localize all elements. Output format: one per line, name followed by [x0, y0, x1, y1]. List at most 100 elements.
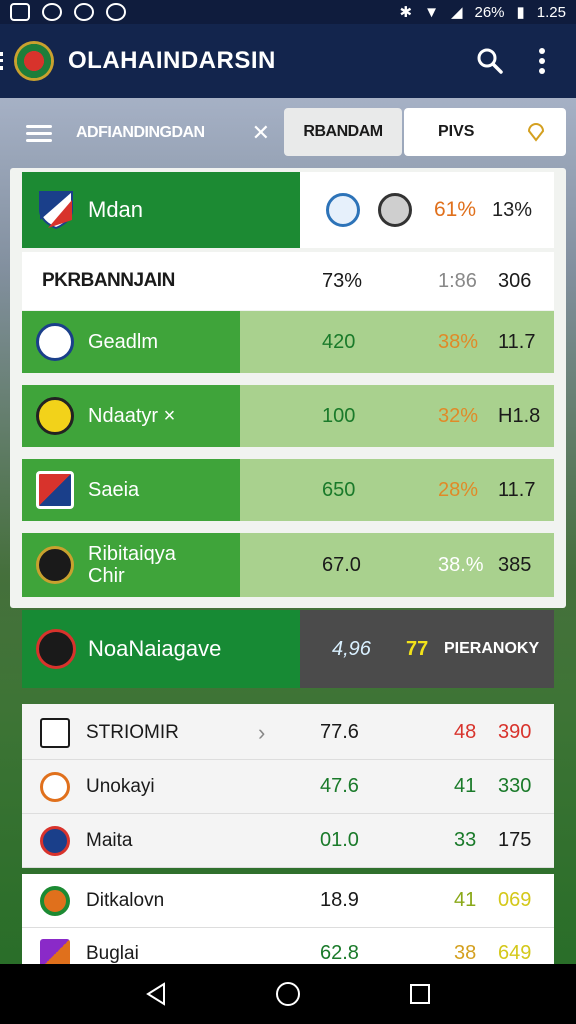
- table-row[interactable]: Saeia 650 28% 11.7: [22, 459, 554, 521]
- stat-value: 100: [322, 404, 356, 427]
- stat-value: 47.6: [320, 775, 359, 797]
- team-crest-icon: [40, 939, 70, 964]
- stat-percent: 38.%: [438, 553, 484, 576]
- filter-tab-pivs[interactable]: PIVS: [404, 108, 566, 156]
- subheader-value-2: 1:86: [438, 269, 477, 292]
- featured-team-name: NoaNaiagave: [88, 636, 222, 661]
- stat-value: 11.7: [498, 330, 536, 353]
- team-name: Ribitaiqya Chir: [88, 543, 176, 587]
- hero-row[interactable]: Mdan 61% 13%: [22, 172, 554, 248]
- stat-value: 41: [454, 775, 477, 797]
- system-nav-bar: [0, 964, 576, 1024]
- back-icon[interactable]: [0, 52, 6, 70]
- chevron-right-icon[interactable]: ›: [258, 720, 265, 746]
- list-item-name: Ditkalovn: [86, 889, 165, 911]
- stat-value: H1.8: [498, 404, 541, 427]
- list-item-name: Unokayi: [86, 775, 155, 797]
- stat-value: 650: [322, 478, 356, 501]
- featured-count: 77: [406, 637, 429, 660]
- list-item-name: Maita: [86, 829, 133, 851]
- team-crest-icon: [36, 546, 74, 584]
- gallery-icon: [10, 3, 30, 21]
- menu-icon[interactable]: [26, 121, 52, 146]
- featured-label: PIERANOKY: [444, 640, 540, 657]
- table-subheader: PKRBANNJAIN 73% 1:86 306: [22, 252, 554, 310]
- more-options-icon[interactable]: [522, 41, 562, 81]
- list-item[interactable]: Ditkalovn 18.9 41 069: [22, 874, 554, 928]
- team-crest-icon: [36, 323, 74, 361]
- status-bar: ✱ ▼ ◢ 26% ▮ 1.25: [0, 0, 576, 24]
- table-row[interactable]: Geadlm 420 38% 11.7: [22, 311, 554, 373]
- subheader-title: PKRBANNJAIN: [42, 270, 175, 291]
- face-icon: [42, 3, 62, 21]
- battery-percent: 26%: [474, 3, 505, 21]
- wifi-icon: ▼: [424, 3, 439, 21]
- stat-value: 41: [454, 889, 477, 911]
- hero-team-name: Mdan: [88, 197, 144, 222]
- stat-value: 649: [498, 942, 532, 964]
- bluetooth-icon: ✱: [399, 4, 413, 21]
- app-logo: [14, 41, 54, 81]
- hero-value: 13%: [492, 198, 533, 221]
- team-crest-icon: [40, 717, 70, 748]
- clock: 1.25: [536, 3, 566, 21]
- notification-icon: [74, 3, 94, 21]
- recents-icon[interactable]: [400, 974, 440, 1014]
- signal-icon: ◢: [450, 4, 463, 21]
- list-item[interactable]: STRIOMIR › 77.6 48 390: [22, 706, 554, 760]
- table-row[interactable]: Ndaatyr × 100 32% H1.8: [22, 385, 554, 447]
- team-crest-icon: [40, 885, 70, 916]
- stat-percent: 28%: [438, 478, 479, 501]
- list-item[interactable]: Maita 01.0 33 175: [22, 814, 554, 868]
- team-crest-icon: [36, 471, 74, 509]
- filter-chip[interactable]: ADFIANDINGDAN ✕: [14, 108, 276, 158]
- featured-value: 4,96: [332, 637, 371, 660]
- team-crest-icon: [36, 397, 74, 435]
- team-crest-icon: [40, 825, 70, 856]
- stat-value: 01.0: [320, 829, 359, 851]
- battery-icon: ▮: [516, 4, 525, 21]
- shield-icon: [106, 3, 126, 21]
- stat-value: 069: [498, 889, 532, 911]
- stat-value: 385: [498, 553, 532, 576]
- team-name: Geadlm: [88, 331, 159, 353]
- filter-tab-label: PIVS: [438, 123, 475, 140]
- filter-bar: ADFIANDINGDAN ✕ RBANDAM PIVS: [0, 108, 576, 158]
- close-icon[interactable]: ✕: [252, 120, 270, 146]
- location-icon: [527, 123, 545, 142]
- team-crest-icon: [40, 771, 70, 802]
- stat-value: 330: [498, 775, 532, 797]
- filter-label: ADFIANDINGDAN: [76, 124, 205, 141]
- stat-value: 33: [454, 829, 477, 851]
- stat-value: 77.6: [320, 721, 359, 743]
- list-item[interactable]: Unokayi 47.6 41 330: [22, 760, 554, 814]
- list-item-name: Buglai: [86, 943, 139, 964]
- back-icon[interactable]: [136, 974, 176, 1014]
- stat-value: 67.0: [322, 553, 361, 576]
- stat-value: 175: [498, 829, 532, 851]
- featured-row[interactable]: NoaNaiagave 4,96 77 PIERANOKY: [22, 610, 554, 688]
- search-icon[interactable]: [470, 41, 510, 81]
- stat-value: 390: [498, 721, 532, 743]
- hero-percent: 61%: [434, 198, 477, 221]
- stat-value: 48: [454, 721, 477, 743]
- team-name: Ndaatyr ×: [88, 405, 176, 427]
- table-row[interactable]: Ribitaiqya Chir 67.0 38.% 385: [22, 533, 554, 597]
- home-icon[interactable]: [268, 974, 308, 1014]
- badge-icon: [378, 193, 412, 227]
- stat-percent: 38%: [438, 330, 479, 353]
- app-bar: OLAHAINDARSIN: [0, 24, 576, 98]
- stat-percent: 32%: [438, 404, 479, 427]
- list-item-name: STRIOMIR: [86, 721, 179, 743]
- stat-value: 18.9: [320, 889, 359, 911]
- filter-tab-rbandam[interactable]: RBANDAM: [284, 108, 402, 156]
- team-crest-icon: [39, 191, 73, 230]
- stat-value: 420: [322, 330, 356, 353]
- badge-icon: [326, 193, 360, 227]
- stat-value: 38: [454, 942, 477, 964]
- subheader-value-3: 306: [498, 269, 532, 292]
- team-crest-icon: [36, 629, 76, 669]
- subheader-value-1: 73%: [322, 269, 363, 292]
- app-title: OLAHAINDARSIN: [68, 47, 276, 74]
- list-item[interactable]: Buglai 62.8 38 649: [22, 930, 554, 964]
